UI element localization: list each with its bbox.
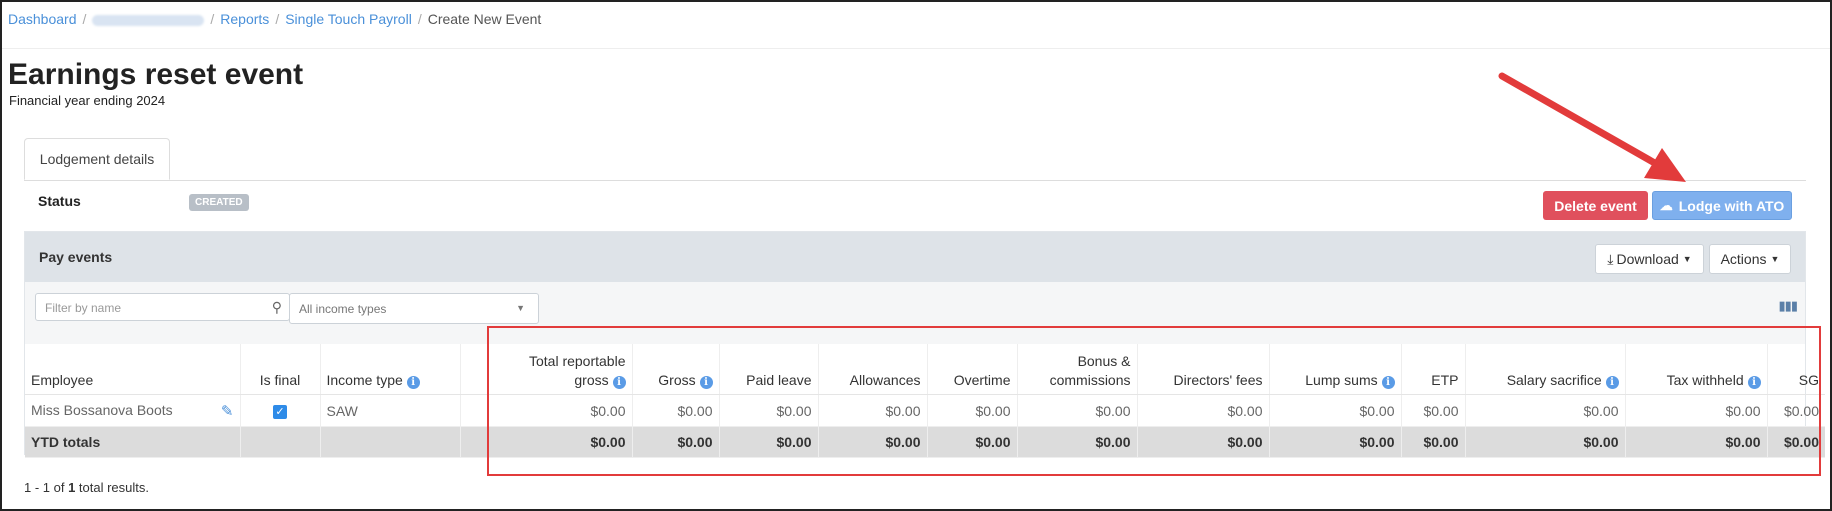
breadcrumb-current: Create New Event: [427, 11, 542, 27]
status-label: Status: [38, 193, 81, 209]
chevron-down-icon: ▼: [1682, 254, 1692, 264]
delete-event-button[interactable]: Delete event: [1543, 191, 1648, 220]
pay-events-header: Pay events ⤓ Download ▼ Actions ▼: [25, 232, 1805, 282]
is-final-checkbox[interactable]: ✓: [273, 404, 287, 419]
actions-button[interactable]: Actions ▼: [1709, 244, 1791, 274]
lodge-with-ato-button[interactable]: ☁ Lodge with ATO: [1652, 191, 1792, 220]
spacer-cell: [459, 394, 487, 427]
breadcrumb-dashboard[interactable]: Dashboard: [8, 11, 77, 27]
chevron-down-icon: ▼: [516, 303, 525, 313]
status-badge: CREATED: [189, 194, 249, 211]
col-employee[interactable]: Employee: [25, 344, 240, 395]
employee-name[interactable]: Miss Bossanova Boots: [31, 402, 173, 418]
page-subtitle: Financial year ending 2024: [9, 93, 166, 108]
download-button[interactable]: ⤓ Download ▼: [1595, 244, 1704, 274]
income-type-select-value: All income types: [299, 302, 387, 316]
col-spacer: [459, 344, 487, 395]
totals-empty-cell: [319, 426, 460, 458]
edit-pencil-icon[interactable]: ✎: [221, 402, 234, 420]
annotation-highlight-box: [487, 326, 1821, 476]
breadcrumb-reports[interactable]: Reports: [220, 11, 269, 27]
download-label: Download: [1616, 251, 1679, 267]
page-title: Earnings reset event: [8, 58, 304, 91]
totals-empty-cell: [239, 426, 320, 458]
tab-divider: [24, 180, 1806, 181]
download-icon: ⤓: [1607, 250, 1614, 267]
income-type-select[interactable]: All income types ▼: [289, 293, 539, 324]
chevron-down-icon: ▼: [1770, 254, 1780, 264]
ytd-totals-label: YTD totals: [25, 426, 240, 458]
filter-by-name-input[interactable]: Filter by name ⚲: [35, 293, 290, 321]
col-income-type[interactable]: Income type i: [319, 344, 460, 395]
cloud-upload-icon: ☁: [1659, 197, 1673, 213]
filter-placeholder: Filter by name: [45, 301, 122, 315]
totals-empty-cell: [459, 426, 487, 458]
col-is-final[interactable]: Is final: [239, 344, 320, 395]
delete-event-label: Delete event: [1554, 197, 1637, 214]
income-type-cell: SAW: [319, 394, 460, 427]
employee-cell: Miss Bossanova Boots ✎: [25, 394, 240, 427]
column-settings-icon[interactable]: ▮▮▮: [1779, 298, 1798, 314]
info-icon[interactable]: i: [406, 376, 420, 389]
is-final-cell: ✓: [239, 394, 320, 427]
search-icon[interactable]: ⚲: [272, 299, 282, 316]
header-divider: [2, 48, 1830, 49]
breadcrumb-single-touch-payroll[interactable]: Single Touch Payroll: [285, 11, 412, 27]
tab-lodgement-details[interactable]: Lodgement details: [24, 138, 170, 180]
actions-label: Actions: [1720, 251, 1767, 267]
lodge-with-ato-label: Lodge with ATO: [1678, 197, 1785, 214]
breadcrumb-redacted-business[interactable]: [92, 14, 205, 26]
pay-events-title: Pay events: [39, 249, 113, 265]
results-count: 1 - 1 of 1 total results.: [24, 480, 150, 495]
breadcrumb: Dashboard / / Reports / Single Touch Payroll /…: [8, 11, 542, 27]
